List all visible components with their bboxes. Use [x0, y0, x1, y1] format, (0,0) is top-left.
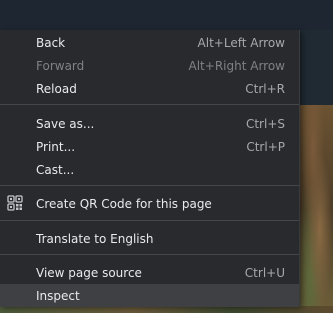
background-photo-strip	[0, 306, 333, 313]
menu-item-shortcut: Ctrl+R	[245, 81, 285, 96]
background-photo	[300, 105, 333, 313]
menu-item-shortcut: Alt+Left Arrow	[197, 35, 285, 50]
menu-item-forward[interactable]: Forward Alt+Right Arrow	[0, 54, 299, 77]
menu-item-label: Translate to English	[36, 231, 154, 246]
menu-separator	[0, 220, 299, 221]
menu-item-label: Print...	[36, 139, 76, 154]
menu-item-back[interactable]: Back Alt+Left Arrow	[0, 31, 299, 54]
menu-item-shortcut: Alt+Right Arrow	[188, 58, 285, 73]
menu-item-view-page-source[interactable]: View page source Ctrl+U	[0, 261, 299, 284]
menu-item-label: Forward	[36, 58, 85, 73]
menu-item-cast[interactable]: Cast...	[0, 158, 299, 181]
context-menu: Back Alt+Left Arrow Forward Alt+Right Ar…	[0, 30, 300, 307]
qr-code-icon	[7, 195, 23, 211]
menu-item-save-as[interactable]: Save as... Ctrl+S	[0, 112, 299, 135]
menu-item-label: Inspect	[36, 288, 80, 303]
menu-separator	[0, 254, 299, 255]
menu-item-shortcut: Ctrl+S	[245, 116, 285, 131]
menu-item-shortcut: Ctrl+U	[244, 265, 285, 280]
menu-item-print[interactable]: Print... Ctrl+P	[0, 135, 299, 158]
menu-item-label: Cast...	[36, 162, 75, 177]
menu-item-inspect[interactable]: Inspect	[0, 284, 299, 307]
menu-item-reload[interactable]: Reload Ctrl+R	[0, 77, 299, 100]
page-header-area	[0, 0, 333, 30]
menu-item-label: Reload	[36, 81, 77, 96]
menu-separator	[0, 104, 299, 105]
menu-item-label: Back	[36, 35, 66, 50]
menu-item-label: Save as...	[36, 116, 95, 131]
menu-separator	[0, 185, 299, 186]
menu-item-create-qr-code[interactable]: Create QR Code for this page	[0, 192, 299, 215]
menu-item-label: Create QR Code for this page	[36, 196, 212, 211]
menu-item-translate[interactable]: Translate to English	[0, 227, 299, 250]
menu-item-shortcut: Ctrl+P	[246, 139, 285, 154]
menu-item-label: View page source	[36, 265, 142, 280]
